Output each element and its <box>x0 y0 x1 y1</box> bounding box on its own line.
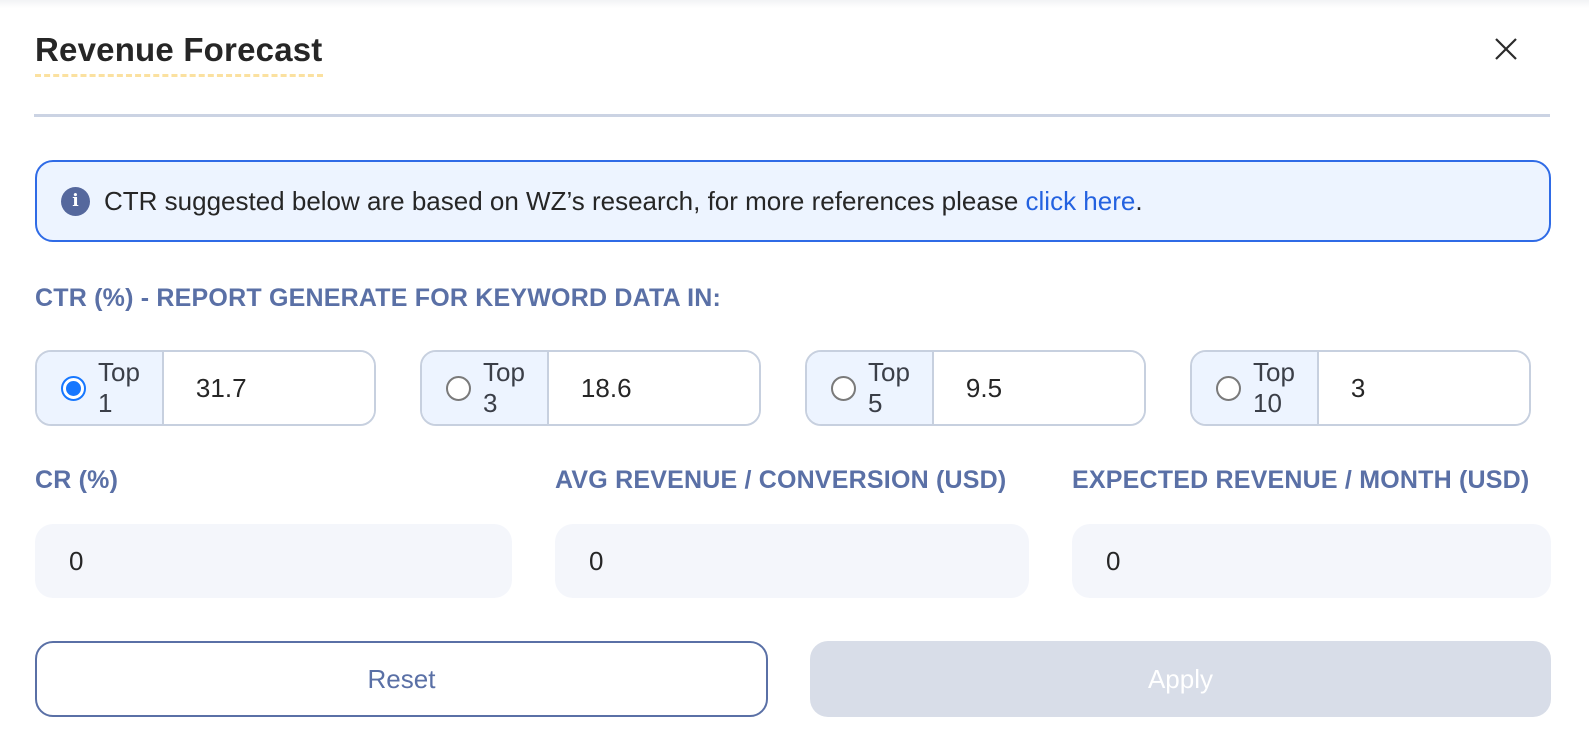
info-alert: i CTR suggested below are based on WZ’s … <box>35 160 1551 242</box>
ctr-radio-top-3[interactable]: Top 3 <box>422 352 549 424</box>
header-divider <box>34 114 1550 117</box>
ctr-option-label: Top 3 <box>483 357 525 418</box>
ctr-option-label: Top 5 <box>868 357 910 418</box>
info-suffix: . <box>1135 185 1143 216</box>
cr-input[interactable] <box>35 524 512 598</box>
click-here-link[interactable]: click here <box>1026 186 1136 217</box>
ctr-radio-top-1[interactable]: Top 1 <box>37 352 164 424</box>
apply-button[interactable]: Apply <box>810 641 1551 717</box>
ctr-option-label: Top 1 <box>98 357 140 418</box>
cr-label: CR (%) <box>35 466 119 494</box>
info-text: CTR suggested below are based on WZ’s re… <box>104 185 1026 216</box>
avg-revenue-label: AVG REVENUE / CONVERSION (USD) <box>555 466 1007 494</box>
expected-revenue-input[interactable] <box>1072 524 1551 598</box>
avg-revenue-input[interactable] <box>555 524 1029 598</box>
radio-unselected-icon[interactable] <box>446 375 471 401</box>
ctr-value-input-top-5[interactable] <box>933 352 1144 424</box>
ctr-value-input-top-10[interactable] <box>1318 352 1529 424</box>
ctr-option-top-5: Top 5 <box>805 350 1146 426</box>
ctr-option-top-3: Top 3 <box>420 350 761 426</box>
radio-selected-icon[interactable] <box>61 375 86 401</box>
ctr-option-top-1: Top 1 <box>35 350 376 426</box>
modal-title: Revenue Forecast <box>35 30 323 77</box>
ctr-section-label: CTR (%) - REPORT GENERATE FOR KEYWORD DA… <box>35 284 722 312</box>
expected-revenue-label: EXPECTED REVENUE / MONTH (USD) <box>1072 466 1530 494</box>
revenue-forecast-modal: Revenue Forecast i CTR suggested below a… <box>0 0 1589 740</box>
radio-unselected-icon[interactable] <box>831 375 856 401</box>
ctr-option-top-10: Top 10 <box>1190 350 1531 426</box>
reset-button[interactable]: Reset <box>35 641 768 717</box>
radio-unselected-icon[interactable] <box>1216 375 1241 401</box>
ctr-value-input-top-3[interactable] <box>548 352 759 424</box>
ctr-radio-top-10[interactable]: Top 10 <box>1192 352 1319 424</box>
close-icon <box>1495 38 1517 60</box>
ctr-option-label: Top 10 <box>1253 357 1295 418</box>
close-button[interactable] <box>1492 35 1520 63</box>
ctr-radio-top-5[interactable]: Top 5 <box>807 352 934 424</box>
ctr-value-input-top-1[interactable] <box>163 352 374 424</box>
info-icon: i <box>61 186 90 216</box>
